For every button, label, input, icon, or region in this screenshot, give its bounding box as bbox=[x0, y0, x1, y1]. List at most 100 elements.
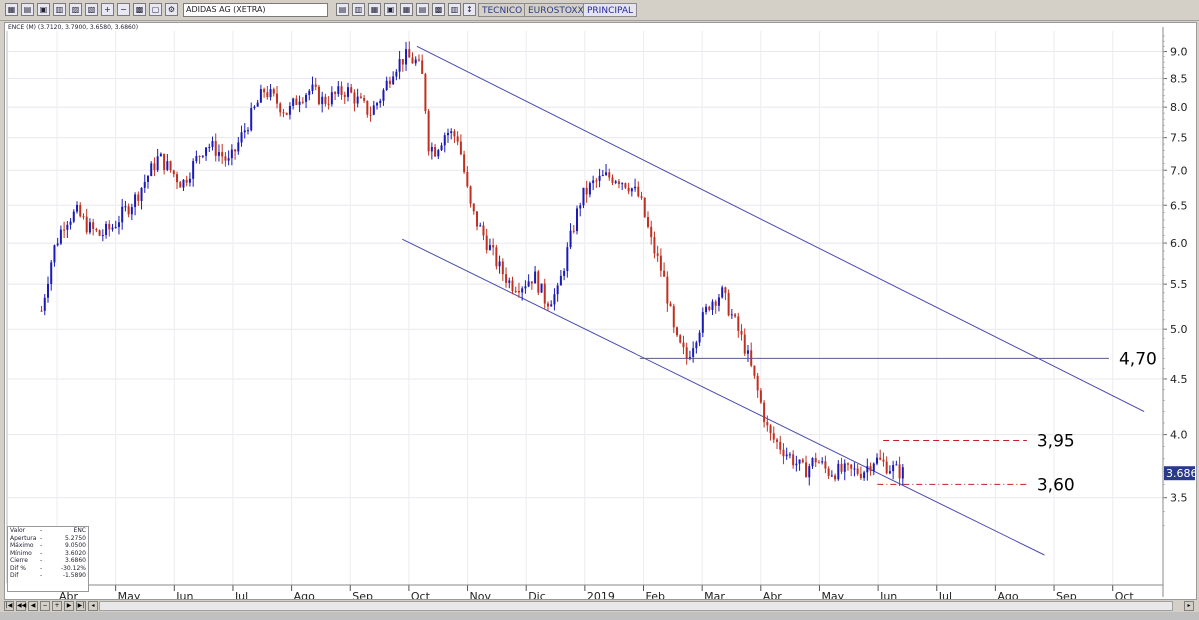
scroll-track[interactable] bbox=[99, 601, 1173, 611]
candle-body bbox=[114, 227, 117, 229]
candle-body bbox=[566, 247, 569, 271]
scroll-right-arrow-icon[interactable]: ▸ bbox=[1184, 601, 1194, 611]
candle-body bbox=[795, 463, 798, 466]
candle-body bbox=[517, 290, 520, 293]
candle-body bbox=[730, 314, 733, 316]
candle-body bbox=[479, 225, 482, 227]
x-tick-label: Jun bbox=[879, 590, 897, 599]
candle-body bbox=[256, 102, 259, 107]
candle-body bbox=[269, 89, 272, 98]
open-icon[interactable]: ▤ bbox=[21, 3, 34, 16]
scroll-zoom-in-icon[interactable]: + bbox=[52, 601, 62, 611]
x-tick-label: Sep bbox=[1056, 590, 1077, 599]
candle-body bbox=[888, 471, 891, 474]
candle-body bbox=[550, 304, 553, 307]
candle-body bbox=[88, 222, 91, 233]
x-tick-label: Oct bbox=[1115, 590, 1135, 599]
x-tick-label: May bbox=[118, 590, 141, 599]
candle-body bbox=[827, 468, 830, 476]
candle-body bbox=[179, 182, 182, 188]
scroll-next-icon[interactable]: ▶ bbox=[64, 601, 74, 611]
candle-body bbox=[559, 275, 562, 286]
candle-body bbox=[608, 172, 611, 178]
scroll-first-icon[interactable]: |◀ bbox=[4, 601, 14, 611]
candle-body bbox=[279, 103, 282, 113]
properties-icon[interactable]: ▩ bbox=[133, 3, 146, 16]
candle-body bbox=[192, 161, 195, 179]
candle-body bbox=[240, 132, 243, 143]
nav-arrows-icon[interactable]: ↕ bbox=[463, 3, 476, 16]
candle-body bbox=[108, 223, 111, 230]
symbol-input[interactable]: ADIDAS AG (XETRA) bbox=[183, 3, 328, 17]
scroll-left-arrow-icon[interactable]: ◂ bbox=[88, 601, 98, 611]
candle-body bbox=[140, 187, 143, 201]
candle-body bbox=[230, 149, 233, 159]
zoom-out-icon[interactable]: − bbox=[117, 3, 130, 16]
candle-body bbox=[66, 224, 69, 230]
line-chart-icon[interactable]: ▣ bbox=[384, 3, 397, 16]
scroll-zoom-out-icon[interactable]: − bbox=[40, 601, 50, 611]
draw-icon[interactable]: ▧ bbox=[85, 3, 98, 16]
template-icon[interactable]: ▩ bbox=[432, 3, 445, 16]
candle-body bbox=[276, 93, 279, 104]
candle-body bbox=[385, 80, 388, 91]
export-icon[interactable]: ▥ bbox=[448, 3, 461, 16]
horizontal-scrollbar[interactable]: |◀ ◀◀ ◀ − + ▶ ▶| ◂ ▸ bbox=[0, 600, 1199, 612]
candle-body bbox=[211, 141, 214, 147]
candle-body bbox=[527, 281, 530, 287]
candle-body bbox=[653, 237, 656, 254]
candle-body bbox=[776, 439, 779, 442]
candle-body bbox=[424, 73, 427, 112]
candle-body bbox=[553, 294, 556, 305]
candle-body bbox=[405, 49, 408, 65]
tab-eurostoxx[interactable]: EUROSTOXX bbox=[524, 3, 588, 17]
candle-body bbox=[198, 156, 201, 158]
candle-body bbox=[805, 462, 808, 478]
x-tick-label: Sep bbox=[352, 590, 373, 599]
y-tick-label: 6.5 bbox=[1170, 199, 1188, 212]
candle-body bbox=[505, 274, 508, 283]
candle-body bbox=[221, 152, 224, 157]
candle-body bbox=[821, 461, 824, 463]
candle-body bbox=[650, 226, 653, 238]
candle-body bbox=[182, 179, 185, 188]
info-row-maximo: Máximo -9.0500 bbox=[10, 542, 86, 549]
candle-body bbox=[569, 230, 572, 248]
candle-body bbox=[576, 208, 579, 232]
candle-body bbox=[59, 229, 62, 244]
candle-layer bbox=[40, 41, 904, 486]
candle-body bbox=[324, 96, 327, 104]
level-label: 3,95 bbox=[1037, 432, 1075, 452]
layout-icon[interactable]: ▤ bbox=[416, 3, 429, 16]
chart-panel[interactable]: 4,70 3,95 3,60 9.0 8.5 8.0 7.5 7.0 6.5 6.0 5.5 5.0… bbox=[4, 22, 1197, 600]
tab-principal[interactable]: PRINCIPAL bbox=[583, 3, 638, 17]
print-icon[interactable]: ▥ bbox=[53, 3, 66, 16]
scroll-prev-page-icon[interactable]: ◀◀ bbox=[16, 601, 26, 611]
candle-body bbox=[456, 136, 459, 142]
candle-body bbox=[543, 283, 546, 304]
candle-body bbox=[895, 464, 898, 466]
candle-body bbox=[285, 112, 288, 115]
bars-icon[interactable]: ▥ bbox=[352, 3, 365, 16]
candle-body bbox=[150, 163, 153, 177]
zoom-in-icon[interactable]: + bbox=[101, 3, 114, 16]
candles-icon[interactable]: ▦ bbox=[368, 3, 381, 16]
candle-body bbox=[705, 306, 708, 313]
candle-body bbox=[308, 90, 311, 95]
new-chart-icon[interactable]: ▦ bbox=[5, 3, 18, 16]
scroll-prev-icon[interactable]: ◀ bbox=[28, 601, 38, 611]
chart-type-icon[interactable]: ▤ bbox=[336, 3, 349, 16]
save-icon[interactable]: ▣ bbox=[37, 3, 50, 16]
candle-body bbox=[101, 234, 104, 236]
indicator-icon[interactable]: ▨ bbox=[69, 3, 82, 16]
x-tick-label: Oct bbox=[411, 590, 431, 599]
scroll-end-icon[interactable]: ▶| bbox=[76, 601, 86, 611]
candle-body bbox=[882, 459, 885, 462]
candle-body bbox=[263, 89, 266, 93]
grid-icon[interactable]: ▦ bbox=[400, 3, 413, 16]
window-icon[interactable]: ▢ bbox=[149, 3, 162, 16]
candle-body bbox=[379, 100, 382, 104]
settings-icon[interactable]: ⚙ bbox=[165, 3, 178, 16]
tab-tecnico[interactable]: TECNICO bbox=[478, 3, 527, 17]
candle-body bbox=[124, 206, 127, 208]
